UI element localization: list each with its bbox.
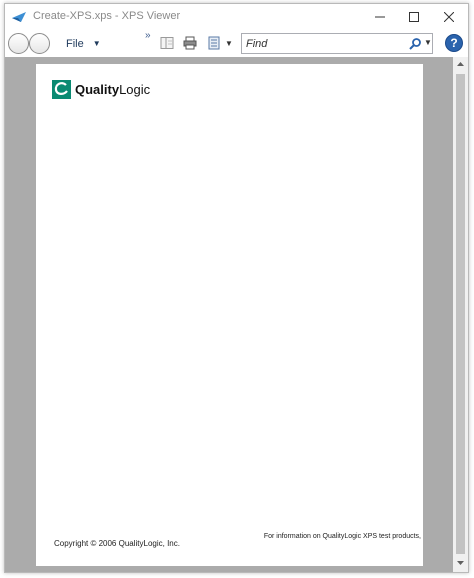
- document-view[interactable]: QualityLogic For information on QualityL…: [5, 57, 453, 572]
- vertical-scrollbar[interactable]: [453, 57, 468, 572]
- find-input[interactable]: [246, 36, 396, 51]
- help-icon: ?: [450, 36, 458, 50]
- logo-text: QualityLogic: [75, 82, 150, 97]
- qualitylogic-logo: QualityLogic: [52, 80, 150, 99]
- print-icon[interactable]: [183, 36, 197, 50]
- page-view-icon[interactable]: [207, 36, 221, 50]
- forward-button[interactable]: [29, 33, 50, 54]
- reading-pane-icon[interactable]: [160, 36, 174, 50]
- document-page: QualityLogic For information on QualityL…: [36, 64, 423, 566]
- qualitylogic-logo-icon: [52, 80, 71, 99]
- close-icon: [443, 12, 454, 22]
- help-button[interactable]: ?: [445, 34, 463, 52]
- maximize-button[interactable]: [396, 4, 431, 30]
- logo-text-regular: Logic: [119, 82, 151, 97]
- chevron-down-icon: ▼: [92, 39, 101, 48]
- maximize-icon: [408, 12, 419, 22]
- title-bar[interactable]: Create-XPS.xps - XPS Viewer: [5, 4, 468, 30]
- copyright-text: Copyright © 2006 QualityLogic, Inc.: [54, 539, 180, 548]
- info-text: For information on QualityLogic XPS test…: [263, 533, 421, 540]
- xps-viewer-window: Create-XPS.xps - XPS Viewer File ▼ » ▼ F…: [4, 3, 469, 573]
- file-menu-button[interactable]: File ▼: [60, 35, 107, 52]
- window-title: Create-XPS.xps - XPS Viewer: [33, 10, 181, 22]
- file-menu-label: File: [66, 37, 84, 50]
- close-button[interactable]: [431, 4, 466, 30]
- minimize-icon: [374, 16, 385, 18]
- toolbar: File ▼ » ▼ ▼: [5, 30, 468, 57]
- scroll-down-arrow-icon[interactable]: [453, 555, 468, 570]
- xps-viewer-app-icon: [12, 12, 26, 22]
- back-button[interactable]: [8, 33, 29, 54]
- minimize-button[interactable]: [362, 4, 397, 30]
- find-options-chevron-down-icon[interactable]: ▼: [424, 38, 432, 47]
- toolbar-overflow-button[interactable]: »: [145, 30, 150, 41]
- page-view-chevron-down-icon[interactable]: ▼: [225, 39, 233, 48]
- scroll-thumb[interactable]: [456, 74, 465, 554]
- scroll-up-arrow-icon[interactable]: [453, 57, 468, 72]
- search-icon[interactable]: [408, 37, 422, 51]
- logo-text-bold: Quality: [75, 82, 120, 97]
- find-box: ▼: [241, 33, 433, 54]
